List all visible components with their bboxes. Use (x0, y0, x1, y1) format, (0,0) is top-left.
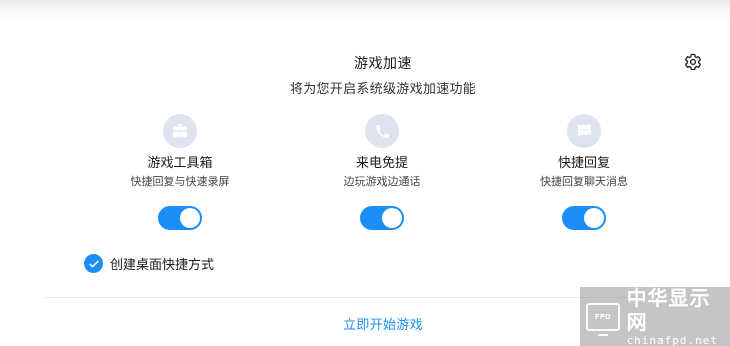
chat-bubble-icon (578, 125, 591, 138)
feature-description: 边玩游戏边通话 (343, 175, 421, 188)
feature-description: 快捷回复聊天消息 (540, 175, 628, 188)
watermark-text: 中华显示网 chinafpd.net (627, 286, 730, 346)
handsfree-call-toggle[interactable] (360, 206, 404, 230)
watermark-monitor-logo: FPD (586, 302, 620, 336)
watermark-text-cn: 中华显示网 (626, 285, 711, 334)
toggle-knob (382, 208, 402, 228)
checkmark-icon (88, 260, 99, 267)
watermark-text-en: chinafpd.net (626, 333, 719, 346)
feature-name: 快捷回复 (557, 156, 610, 171)
chat-bubble-icon-badge (567, 114, 601, 148)
toggle-knob (180, 208, 200, 228)
watermark: FPD 中华显示网 chinafpd.net (580, 286, 730, 346)
create-shortcut-option[interactable]: 创建桌面快捷方式 (84, 254, 214, 273)
feature-name: 来电免提 (355, 156, 408, 171)
feature-handsfree-call: 来电免提 边玩游戏边通话 (307, 114, 457, 230)
create-shortcut-label: 创建桌面快捷方式 (110, 258, 215, 273)
toolbox-icon (173, 124, 187, 138)
quick-reply-toggle[interactable] (562, 206, 606, 230)
game-toolbox-toggle[interactable] (158, 206, 202, 230)
dialog-title: 游戏加速 (354, 56, 412, 72)
feature-game-toolbox: 游戏工具箱 快捷回复与快速录屏 (105, 114, 255, 230)
settings-button[interactable] (683, 52, 703, 72)
feature-quick-reply: 快捷回复 快捷回复聊天消息 (509, 114, 659, 230)
dialog-subtitle: 将为您开启系统级游戏加速功能 (289, 82, 477, 97)
phone-icon-badge (365, 114, 399, 148)
feature-description: 快捷回复与快速录屏 (130, 175, 230, 188)
gear-icon (685, 53, 701, 71)
phone-icon (375, 124, 389, 138)
feature-name: 游戏工具箱 (147, 156, 213, 171)
create-shortcut-checkbox[interactable] (84, 254, 103, 273)
toolbox-icon-badge (163, 114, 197, 148)
toggle-knob (584, 208, 604, 228)
watermark-logo-text: FPD (594, 312, 611, 321)
